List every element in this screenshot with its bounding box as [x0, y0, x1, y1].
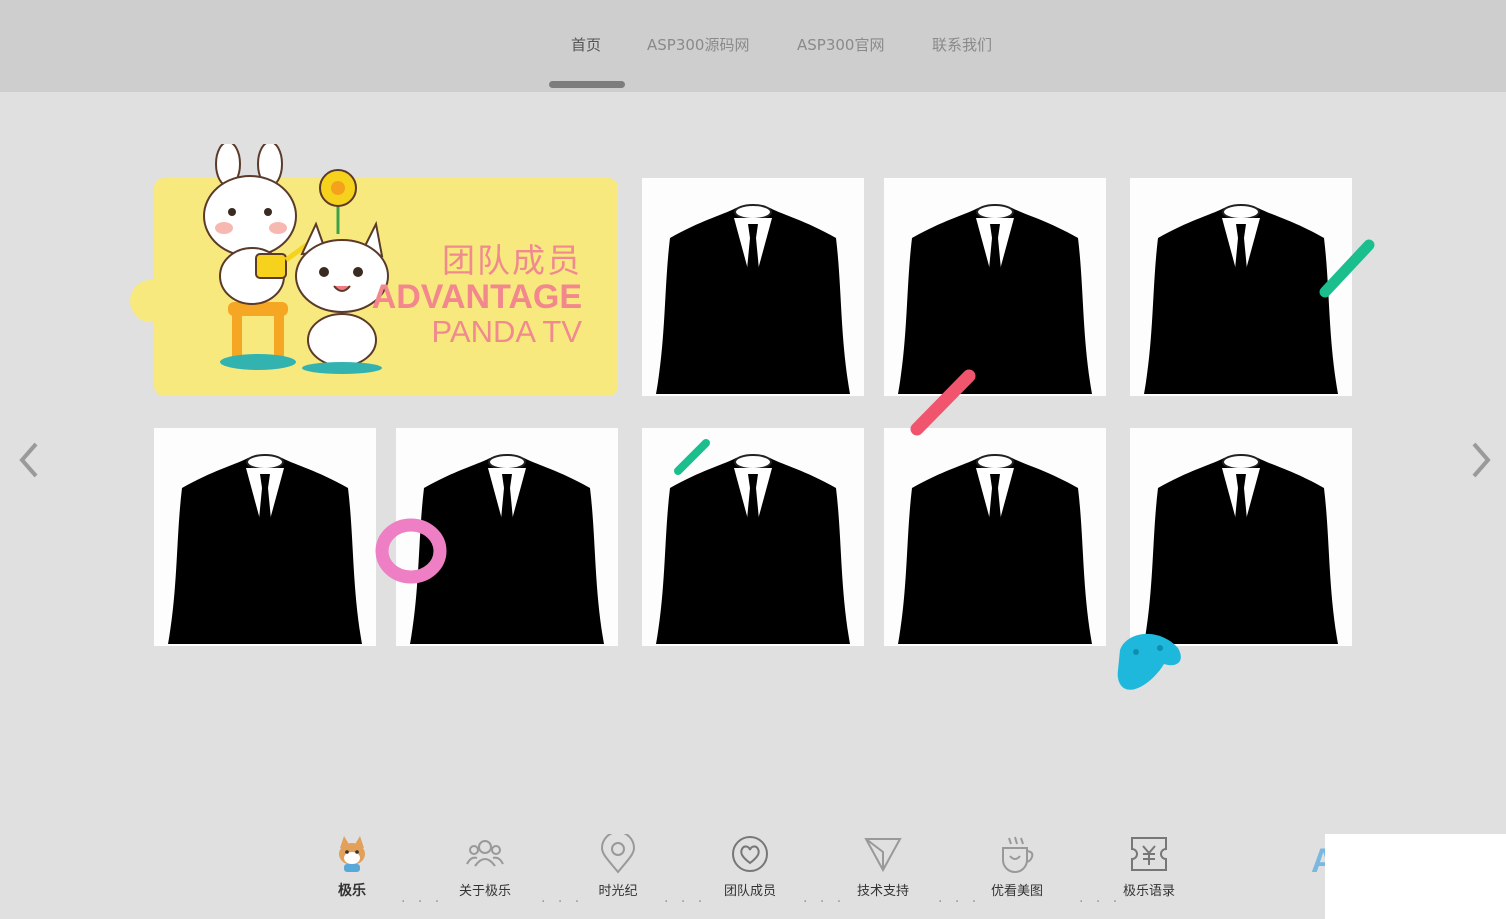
suit-silhouette-image: [410, 454, 604, 644]
nav-asp300-official-link[interactable]: ASP300官网: [797, 34, 884, 55]
nav-contact-link[interactable]: 联系我们: [932, 34, 992, 55]
ticket-icon: [1131, 837, 1167, 871]
bottom-nav-label: 团队成员: [723, 884, 776, 899]
bottom-nav-label: 技术支持: [856, 884, 909, 899]
member-card[interactable]: [1130, 428, 1352, 646]
bottom-nav-quotes[interactable]: 极乐语录: [1109, 834, 1189, 899]
nav-separator: · · ·: [938, 894, 981, 910]
member-card[interactable]: [884, 428, 1106, 646]
bottom-nav-label: 极乐: [338, 883, 366, 899]
carousel-prev-button[interactable]: [14, 440, 44, 480]
nav-home-link[interactable]: 首页: [571, 34, 601, 55]
nav-separator: · · ·: [541, 894, 584, 910]
banner-title-cn: 团队成员: [442, 242, 582, 279]
nav-separator: · · ·: [664, 894, 707, 910]
suit-silhouette-image: [1144, 204, 1338, 394]
cartoon-mascot-illustration: [203, 144, 389, 374]
member-card[interactable]: [884, 178, 1106, 396]
banner-title-en: ADVANTAGE: [371, 278, 582, 316]
bottom-nav-support[interactable]: 技术支持: [843, 834, 923, 899]
bottom-nav-label: 时光纪: [598, 884, 638, 899]
member-card[interactable]: [396, 428, 618, 646]
member-card[interactable]: [1130, 178, 1352, 396]
white-overlay-panel: [1325, 834, 1506, 919]
shiba-dog-icon: [339, 836, 365, 872]
bottom-nav-label: 关于极乐: [458, 884, 511, 899]
nav-separator: · · ·: [1079, 894, 1122, 910]
chevron-left-icon: [19, 442, 38, 478]
bottom-nav-timeline[interactable]: 时光纪: [578, 834, 658, 899]
team-banner: 团队成员 ADVANTAGE PANDA TV: [154, 144, 618, 396]
heart-circle-icon: [732, 836, 768, 872]
top-navigation: 首页 ASP300源码网 ASP300官网 联系我们: [0, 0, 1506, 92]
suit-silhouette-image: [898, 204, 1092, 394]
carousel-next-button[interactable]: [1466, 440, 1496, 480]
member-card[interactable]: [642, 428, 864, 646]
nav-active-indicator: [549, 81, 625, 88]
banner-subtitle-en: PANDA TV: [431, 314, 582, 349]
bottom-nav-label: 优看美图: [990, 884, 1043, 899]
bottom-nav-gallery[interactable]: 优看美图: [977, 834, 1057, 899]
suit-silhouette-image: [656, 454, 850, 644]
paper-plane-icon: [864, 838, 902, 873]
suit-silhouette-image: [1144, 454, 1338, 644]
suit-silhouette-image: [168, 454, 362, 644]
nav-separator: · · ·: [803, 894, 846, 910]
users-icon: [466, 840, 504, 867]
bottom-nav-jile[interactable]: 极乐: [312, 834, 392, 900]
bottom-nav-team[interactable]: 团队成员: [710, 834, 790, 899]
nav-asp300-source-link[interactable]: ASP300源码网: [647, 34, 749, 55]
member-card[interactable]: [154, 428, 376, 646]
location-pin-icon: [600, 834, 636, 874]
suit-silhouette-image: [898, 454, 1092, 644]
coffee-cup-icon: [1002, 836, 1034, 873]
member-card[interactable]: [642, 178, 864, 396]
bottom-navigation: 极乐 关于极乐 时光纪 团队成员 技术支持 优看美图 极乐语录: [0, 820, 1506, 919]
suit-silhouette-image: [656, 204, 850, 394]
bottom-nav-about[interactable]: 关于极乐: [445, 834, 525, 899]
nav-separator: · · ·: [401, 894, 444, 910]
chevron-right-icon: [1472, 442, 1491, 478]
